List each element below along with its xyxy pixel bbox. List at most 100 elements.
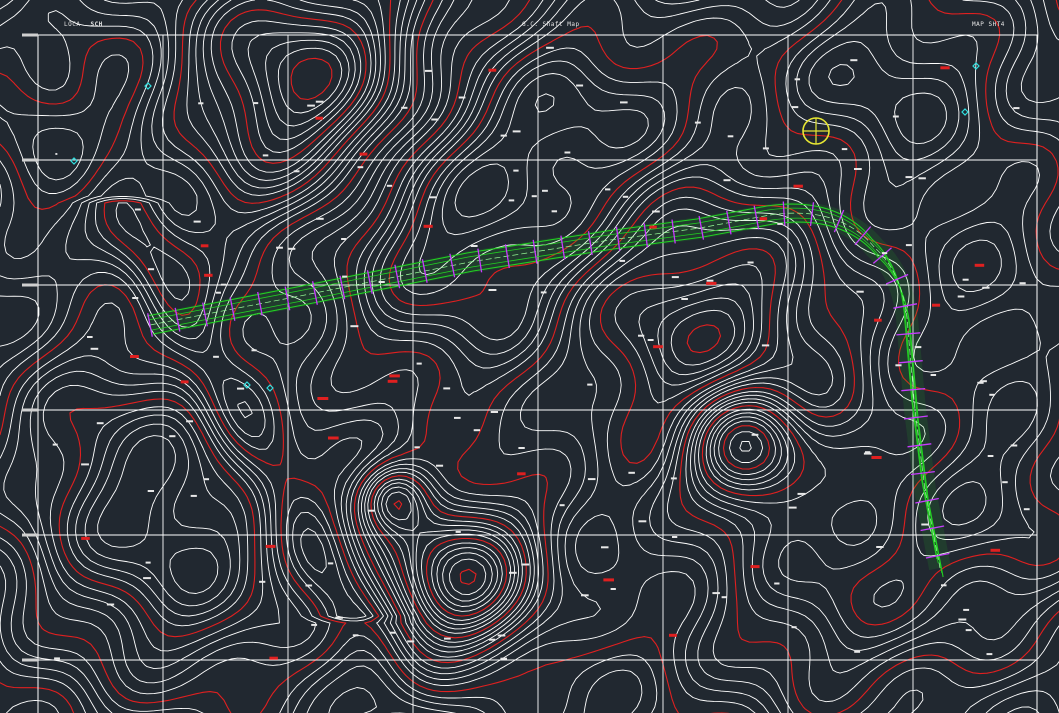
index-elevation-label	[874, 318, 882, 322]
elevation-label	[237, 387, 245, 390]
elevation-label	[521, 563, 530, 566]
elevation-label	[989, 393, 995, 396]
elevation-label	[620, 101, 628, 104]
elevation-label	[276, 246, 283, 249]
cad-drawing[interactable]	[0, 0, 1059, 713]
elevation-label	[619, 259, 626, 262]
elevation-label	[311, 623, 318, 626]
elevation-label	[647, 339, 654, 341]
header-center-label: G.C. Shaft Map	[522, 21, 580, 28]
index-elevation-label	[603, 578, 614, 582]
elevation-label	[509, 571, 517, 574]
header-right-sheet: SHT4	[988, 21, 1005, 28]
elevation-label	[513, 169, 519, 172]
elevation-label	[576, 84, 584, 87]
elevation-label	[193, 220, 201, 223]
elevation-label	[982, 286, 990, 289]
elevation-label	[1002, 481, 1008, 484]
index-elevation-label	[517, 472, 526, 476]
elevation-label	[895, 364, 902, 367]
elevation-label	[386, 184, 393, 187]
elevation-label	[930, 374, 937, 376]
elevation-label	[52, 443, 58, 446]
header-left-scale: SCH	[90, 21, 103, 28]
index-elevation-label	[269, 656, 278, 660]
elevation-label	[965, 629, 972, 632]
elevation-label	[957, 295, 965, 298]
elevation-label	[500, 134, 507, 137]
elevation-label	[986, 653, 993, 656]
elevation-label	[134, 208, 141, 211]
elevation-label	[605, 188, 611, 191]
grid-coordinate-tag	[22, 283, 38, 287]
elevation-label	[335, 616, 343, 619]
elevation-label	[148, 268, 155, 271]
elevation-label	[721, 596, 727, 599]
index-elevation-label	[389, 374, 400, 378]
elevation-label	[443, 387, 451, 390]
header-left-name: LOCA	[64, 21, 81, 28]
elevation-label	[341, 238, 347, 240]
elevation-label	[777, 222, 783, 225]
elevation-label	[169, 435, 176, 438]
index-elevation-label	[423, 224, 433, 228]
elevation-label	[90, 347, 99, 350]
elevation-label	[287, 247, 296, 250]
index-elevation-label	[204, 273, 213, 277]
index-elevation-label	[387, 379, 398, 383]
elevation-label	[987, 455, 994, 457]
elevation-label	[262, 154, 269, 157]
elevation-label	[791, 626, 797, 629]
elevation-label	[892, 115, 899, 118]
elevation-label	[96, 422, 104, 425]
elevation-label	[416, 362, 422, 365]
elevation-label	[638, 334, 645, 337]
elevation-label	[518, 447, 525, 449]
elevation-label	[357, 166, 364, 169]
index-elevation-label	[932, 303, 941, 307]
elevation-label	[652, 210, 660, 213]
elevation-label	[1010, 444, 1018, 447]
elevation-label	[564, 151, 571, 154]
index-elevation-label	[750, 565, 760, 569]
index-elevation-label	[653, 345, 663, 349]
elevation-label	[841, 148, 848, 151]
elevation-label	[963, 608, 970, 611]
elevation-label	[367, 509, 375, 512]
elevation-label	[881, 252, 888, 255]
elevation-label	[587, 478, 596, 481]
elevation-label	[559, 504, 565, 507]
elevation-label	[132, 297, 139, 299]
elevation-label	[1019, 282, 1026, 285]
elevation-label	[203, 478, 210, 481]
index-elevation-label	[180, 380, 189, 384]
elevation-label	[444, 637, 451, 640]
elevation-label	[546, 46, 554, 49]
elevation-label	[542, 189, 548, 192]
elevation-label	[551, 210, 558, 213]
elevation-label	[352, 634, 359, 637]
elevation-label	[145, 561, 151, 564]
north-marker[interactable]	[802, 117, 830, 145]
elevation-label	[762, 147, 769, 150]
elevation-label	[921, 523, 929, 526]
elevation-label	[958, 618, 967, 621]
index-elevation-label	[265, 544, 276, 548]
elevation-label	[253, 102, 259, 105]
elevation-label	[315, 100, 324, 103]
elevation-label	[350, 325, 359, 328]
index-elevation-label	[974, 263, 985, 267]
elevation-label	[401, 106, 408, 109]
elevation-label	[473, 429, 481, 432]
elevation-label	[914, 346, 922, 349]
grid-coordinate-tag	[22, 408, 38, 412]
elevation-label	[681, 298, 688, 300]
index-elevation-label	[317, 397, 329, 400]
elevation-label	[220, 283, 227, 286]
index-elevation-label	[940, 66, 950, 70]
index-elevation-label	[359, 152, 368, 156]
elevation-label	[429, 196, 437, 199]
elevation-label	[87, 336, 93, 338]
index-elevation-label	[200, 244, 209, 248]
elevation-label	[458, 96, 466, 99]
